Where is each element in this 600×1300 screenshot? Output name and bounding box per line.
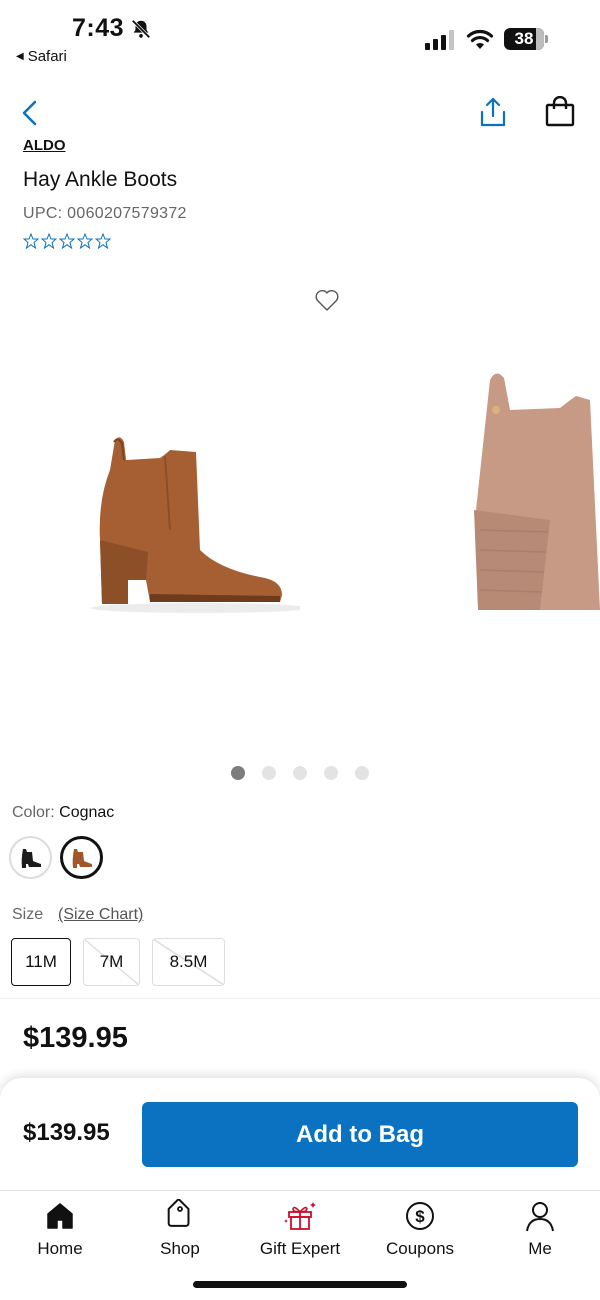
color-label: Color: Cognac: [12, 804, 114, 822]
product-price: $139.95: [23, 1022, 128, 1054]
color-swatches: [9, 836, 103, 879]
person-icon: [526, 1202, 554, 1232]
dollar-coin-icon: $: [406, 1202, 434, 1230]
battery-indicator: 38: [504, 28, 548, 50]
tab-gift-expert[interactable]: Gift Expert: [240, 1191, 360, 1271]
heart-favorite-icon[interactable]: [314, 288, 340, 312]
tab-me[interactable]: Me: [480, 1191, 600, 1271]
tab-label: Shop: [160, 1239, 200, 1258]
carousel-dot[interactable]: [262, 766, 276, 780]
boot-thumbnail-cognac: [72, 848, 92, 868]
size-option-label: 7M: [99, 952, 124, 971]
carousel-dot[interactable]: [355, 766, 369, 780]
shopping-bag-icon[interactable]: [544, 96, 576, 128]
boot-thumbnail-black: [21, 848, 41, 868]
add-to-bag-bar: $139.95 Add to Bag: [0, 1078, 600, 1190]
add-to-bag-button[interactable]: Add to Bag: [142, 1102, 578, 1167]
back-triangle-icon: ◀: [16, 51, 24, 62]
size-chart-link[interactable]: (Size Chart): [58, 906, 143, 924]
tab-coupons[interactable]: $ Coupons: [360, 1191, 480, 1271]
tag-icon: [167, 1199, 190, 1227]
color-label-text: Color:: [12, 804, 55, 821]
bell-muted-icon: [131, 19, 151, 39]
star-outline-icon: [59, 233, 75, 249]
back-to-safari[interactable]: ◀ Safari: [16, 48, 67, 65]
carousel-dot[interactable]: [231, 766, 245, 780]
carousel-pagination[interactable]: [231, 766, 369, 780]
svg-text:$: $: [415, 1207, 425, 1226]
tab-label: Home: [37, 1239, 83, 1258]
size-option-8-5m[interactable]: 8.5M: [152, 938, 225, 986]
home-indicator: [193, 1281, 407, 1288]
product-title: Hay Ankle Boots: [23, 168, 178, 191]
color-swatch-black[interactable]: [9, 836, 52, 879]
gift-icon: [284, 1202, 316, 1230]
tab-home[interactable]: Home: [0, 1191, 120, 1271]
wifi-icon: [466, 29, 494, 49]
star-outline-icon: [23, 233, 39, 249]
product-upc: UPC: 0060207579372: [23, 205, 187, 222]
battery-level: 38: [514, 29, 534, 48]
size-option-label: 8.5M: [169, 952, 208, 971]
color-swatch-cognac[interactable]: [60, 836, 103, 879]
status-time: 7:43: [72, 14, 125, 42]
size-option-11m[interactable]: 11M: [11, 938, 71, 986]
carousel-dot[interactable]: [293, 766, 307, 780]
product-image-carousel[interactable]: [0, 330, 600, 750]
buy-bar-price: $139.95: [23, 1119, 110, 1146]
tab-label: Me: [528, 1239, 552, 1258]
product-image-boot: [90, 437, 300, 613]
product-image-boot-alternate: [474, 373, 600, 610]
size-option-7m[interactable]: 7M: [83, 938, 140, 986]
tab-label: Coupons: [385, 1239, 455, 1258]
star-outline-icon: [41, 233, 57, 249]
star-outline-icon: [95, 233, 111, 249]
size-option-label: 11M: [25, 952, 57, 971]
rating-stars[interactable]: [23, 233, 111, 249]
back-chevron-icon[interactable]: [18, 98, 42, 128]
star-outline-icon: [77, 233, 93, 249]
cellular-signal-icon: [425, 30, 454, 50]
carousel-dot[interactable]: [324, 766, 338, 780]
divider: [0, 998, 600, 999]
tab-label: Gift Expert: [259, 1239, 341, 1258]
tab-shop[interactable]: Shop: [120, 1191, 240, 1271]
home-icon: [47, 1203, 73, 1229]
color-selected-value: Cognac: [59, 804, 115, 821]
back-app-label: Safari: [27, 48, 67, 65]
size-options: 11M 7M 8.5M: [11, 938, 225, 986]
share-icon[interactable]: [478, 96, 508, 128]
brand-link[interactable]: ALDO: [23, 137, 66, 154]
size-label: Size: [12, 906, 44, 923]
